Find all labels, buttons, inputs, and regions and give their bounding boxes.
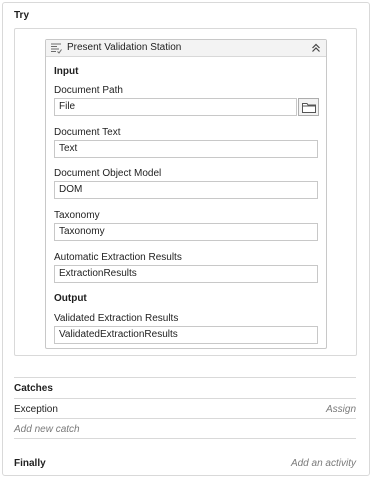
output-section-title: Output [54, 293, 87, 304]
document-text-field[interactable]: Text [54, 140, 318, 158]
document-text-label: Document Text [54, 127, 121, 138]
catches-label: Catches [14, 383, 53, 394]
exception-catch-label[interactable]: Exception [14, 404, 58, 415]
automatic-extraction-results-field[interactable]: ExtractionResults [54, 265, 318, 283]
activity-title: Present Validation Station [67, 42, 182, 53]
taxonomy-label: Taxonomy [54, 210, 100, 221]
exception-action-assign[interactable]: Assign [326, 404, 356, 415]
taxonomy-field[interactable]: Taxonomy [54, 223, 318, 241]
input-section-title: Input [54, 66, 79, 77]
document-object-model-label: Document Object Model [54, 168, 162, 179]
present-validation-station-activity[interactable]: Present Validation Station Input Documen… [45, 39, 327, 349]
automatic-extraction-results-label: Automatic Extraction Results [54, 252, 182, 263]
exception-divider-top [14, 398, 356, 399]
validation-station-icon [50, 42, 62, 54]
try-label: Try [14, 10, 30, 21]
folder-icon [302, 103, 316, 113]
exception-divider-bottom [14, 418, 356, 419]
add-activity-link[interactable]: Add an activity [291, 458, 356, 469]
finally-divider [14, 438, 356, 439]
add-new-catch-link[interactable]: Add new catch [14, 424, 80, 435]
chevron-double-up-icon[interactable] [310, 42, 322, 54]
catches-divider [14, 377, 356, 378]
try-body: Present Validation Station Input Documen… [14, 28, 357, 356]
finally-label: Finally [14, 458, 46, 469]
activity-header[interactable]: Present Validation Station [46, 40, 326, 57]
validated-extraction-results-label: Validated Extraction Results [54, 313, 179, 324]
document-object-model-field[interactable]: DOM [54, 181, 318, 199]
document-path-label: Document Path [54, 85, 123, 96]
validated-extraction-results-field[interactable]: ValidatedExtractionResults [54, 326, 318, 344]
browse-folder-button[interactable] [298, 98, 319, 116]
document-path-field[interactable]: File [54, 98, 297, 116]
